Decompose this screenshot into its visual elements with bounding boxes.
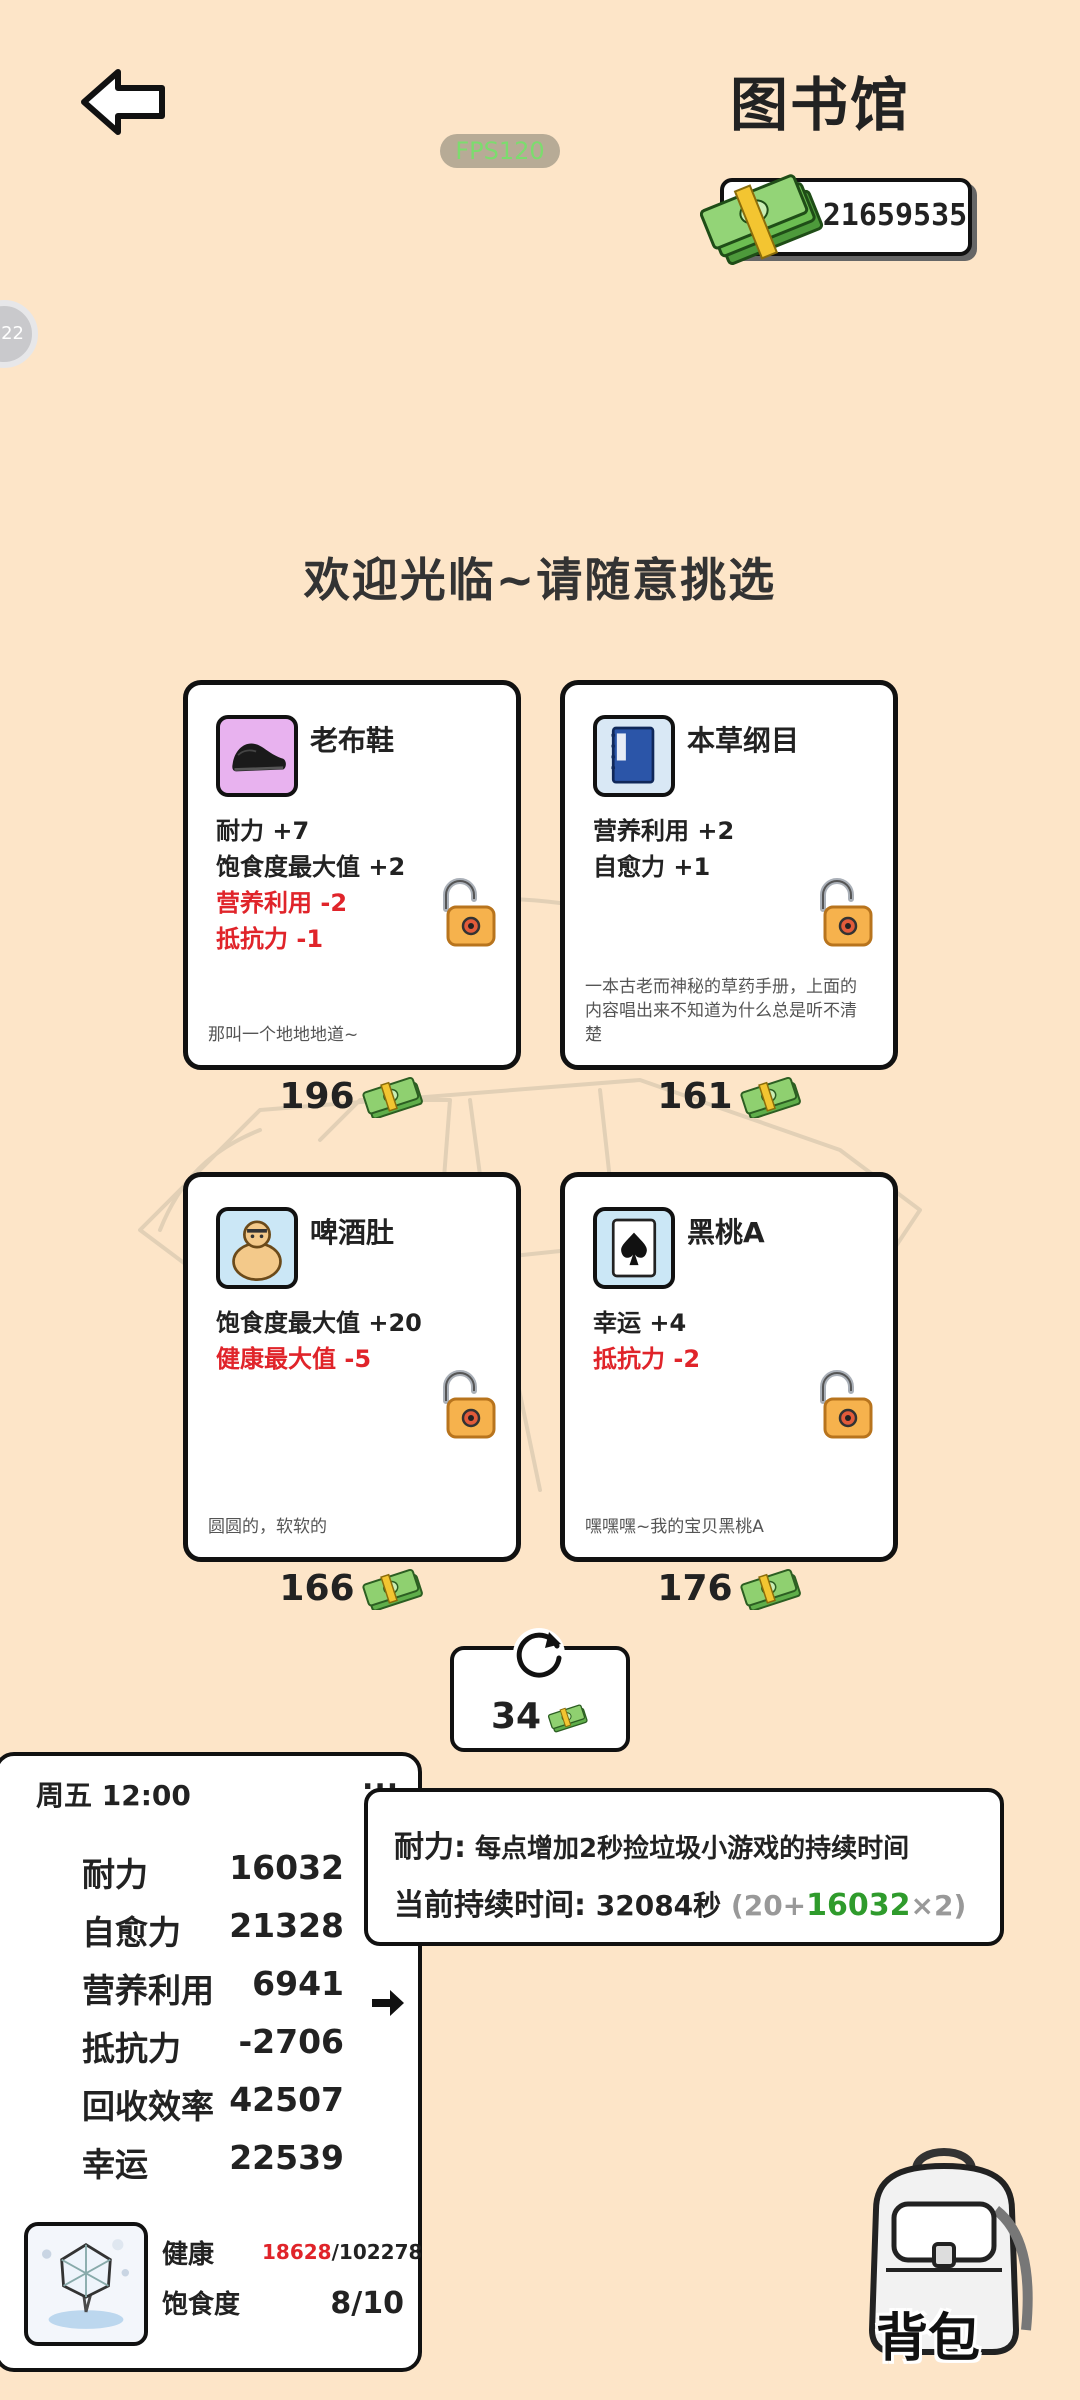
stat-value: 22539 [229, 2138, 344, 2177]
item-card-ace-of-spades[interactable]: 黑桃A 幸运 +4 抵抗力 -2 嘿嘿嘿~我的宝贝黑桃A [560, 1172, 898, 1562]
item-name: 黑桃A [687, 1216, 765, 1249]
item-card-beer-belly[interactable]: 啤酒肚 饱食度最大值 +20 健康最大值 -5 圆圆的，软软的 [183, 1172, 521, 1562]
stat-value: 21328 [229, 1906, 344, 1945]
item-stats: 饱食度最大值 +20 健康最大值 -5 [216, 1305, 422, 1377]
stat-label: 耐力 [82, 1855, 148, 1894]
price-value: 196 [279, 1075, 355, 1117]
item-price: 166 [252, 1566, 452, 1610]
backpack-label[interactable]: 背包 [876, 2296, 980, 2371]
item-description: 一本古老而神秘的草药手册，上面的内容唱出来不知道为什么总是听不清楚 [585, 977, 857, 1045]
unlocked-padlock-icon[interactable] [813, 875, 875, 949]
fps-counter: FPS120 [440, 134, 560, 168]
stat-row-resistance[interactable]: 抵抗力 -2706 [82, 2022, 344, 2070]
stat-line: 饱食度最大值 +20 [216, 1309, 422, 1337]
item-name: 本草纲目 [687, 724, 800, 757]
item-name: 老布鞋 [310, 724, 395, 757]
player-avatar[interactable] [24, 2222, 148, 2346]
stat-row-endurance[interactable]: 耐力 16032 [82, 1848, 344, 1896]
refresh-cost[interactable]: 34 [450, 1696, 630, 1737]
stat-row-luck[interactable]: 幸运 22539 [82, 2138, 344, 2186]
unlocked-padlock-icon[interactable] [436, 1367, 498, 1441]
stat-value: 6941 [252, 1964, 344, 2003]
duration-label: 当前持续时间: [394, 1888, 586, 1923]
cash-icon [739, 1566, 803, 1610]
cash-icon [361, 1566, 425, 1610]
fullness-value: 8/10 [330, 2286, 404, 2321]
welcome-text: 欢迎光临~请随意挑选 [303, 553, 777, 607]
health-max: /102278 [331, 2240, 423, 2264]
stat-row-nutrition[interactable]: 营养利用 6941 [82, 1964, 344, 2012]
stat-line: 饱食度最大值 +2 [216, 853, 406, 881]
cash-icon [547, 1701, 589, 1733]
money-value: 21659535 [822, 198, 968, 233]
stat-line: 耐力 +7 [216, 817, 310, 845]
price-value: 166 [279, 1567, 355, 1609]
tooltip-desc: 每点增加2秒捡垃圾小游戏的持续时间 [466, 1834, 910, 1864]
side-bubble[interactable]: 22 [0, 300, 38, 368]
item-description: 圆圆的，软软的 [208, 1517, 327, 1537]
item-description: 嘿嘿嘿~我的宝贝黑桃A [585, 1517, 764, 1537]
item-price: 176 [630, 1566, 830, 1610]
stat-label: 抵抗力 [82, 2029, 181, 2068]
cash-icon [739, 1074, 803, 1118]
item-stats: 幸运 +4 抵抗力 -2 [593, 1305, 700, 1377]
stat-label: 自愈力 [82, 1913, 181, 1952]
stat-line: 自愈力 +1 [593, 853, 711, 881]
fullness-label: 饱食度 [162, 2290, 241, 2320]
tooltip-label: 耐力: [394, 1830, 466, 1865]
formula-open: (20+ [730, 1889, 807, 1922]
price-value: 176 [657, 1567, 733, 1609]
formula-close: ×2) [910, 1889, 967, 1922]
health-value: 18628/102278 [262, 2240, 422, 2264]
item-card-herbal-book[interactable]: 本草纲目 营养利用 +2 自愈力 +1 一本古老而神秘的草药手册，上面的内容唱出… [560, 680, 898, 1070]
formula-green: 16032 [806, 1888, 911, 1923]
stat-line: 幸运 +4 [593, 1309, 687, 1337]
refresh-cost-value: 34 [490, 1696, 542, 1737]
price-value: 161 [657, 1075, 733, 1117]
ace-of-spades-icon [593, 1207, 675, 1289]
refresh-icon[interactable] [505, 1618, 573, 1686]
beer-belly-icon [216, 1207, 298, 1289]
stat-line-negative: 抵抗力 -1 [216, 925, 324, 953]
cash-icon [361, 1074, 425, 1118]
health-label: 健康 [162, 2240, 215, 2270]
page-title: 图书馆 [729, 71, 910, 139]
tooltip-description: 耐力: 每点增加2秒捡垃圾小游戏的持续时间 [394, 1822, 909, 1866]
book-icon [593, 715, 675, 797]
arrow-right-icon[interactable] [370, 1988, 406, 2018]
stat-line-negative: 健康最大值 -5 [216, 1345, 372, 1373]
health-current: 18628 [262, 2240, 332, 2264]
stat-line-negative: 抵抗力 -2 [593, 1345, 701, 1373]
stat-row-self-heal[interactable]: 自愈力 21328 [82, 1906, 344, 1954]
stat-value: 42507 [229, 2080, 344, 2119]
shoe-icon [216, 715, 298, 797]
stat-line: 营养利用 +2 [593, 817, 735, 845]
stat-label: 营养利用 [82, 1971, 214, 2010]
stat-label: 幸运 [82, 2145, 148, 2184]
stat-value: 16032 [229, 1848, 344, 1887]
item-stats: 营养利用 +2 自愈力 +1 [593, 813, 734, 885]
item-price: 161 [630, 1074, 830, 1118]
day-time: 周五 12:00 [36, 1779, 191, 1812]
item-name: 啤酒肚 [310, 1216, 395, 1249]
item-description: 那叫一个地地地道~ [208, 1025, 359, 1045]
tooltip-duration: 当前持续时间: 32084秒 (20+16032×2) [394, 1880, 966, 1924]
unlocked-padlock-icon[interactable] [436, 875, 498, 949]
stat-value: -2706 [238, 2022, 344, 2061]
item-stats: 耐力 +7 饱食度最大值 +2 营养利用 -2 抵抗力 -1 [216, 813, 405, 957]
stat-line-negative: 营养利用 -2 [216, 889, 348, 917]
item-price: 196 [252, 1074, 452, 1118]
duration-value: 32084秒 [586, 1889, 731, 1922]
unlocked-padlock-icon[interactable] [813, 1367, 875, 1441]
stat-label: 回收效率 [82, 2087, 214, 2126]
back-arrow-icon[interactable] [78, 66, 168, 138]
stat-row-recycle[interactable]: 回收效率 42507 [82, 2080, 344, 2128]
item-card-old-shoes[interactable]: 老布鞋 耐力 +7 饱食度最大值 +2 营养利用 -2 抵抗力 -1 那叫一个地… [183, 680, 521, 1070]
cash-stack-icon [700, 174, 824, 265]
